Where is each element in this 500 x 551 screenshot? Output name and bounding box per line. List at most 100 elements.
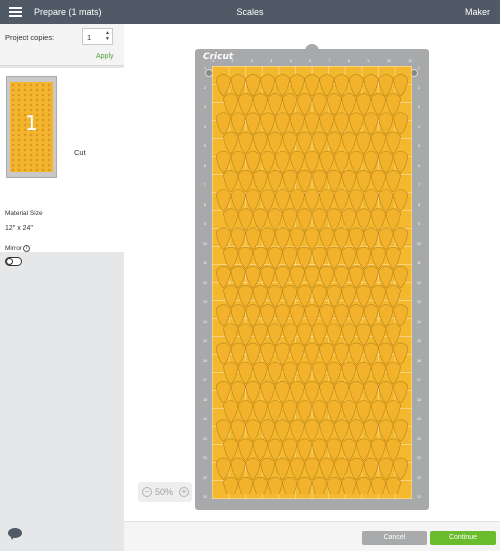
scale-shape	[259, 74, 276, 97]
zoom-in-icon[interactable]: +	[179, 487, 189, 497]
scale-shape	[223, 208, 239, 231]
scale-shape	[378, 74, 394, 97]
ruler-right-tick: 4	[418, 124, 420, 129]
scale-shape	[363, 189, 379, 212]
scale-shape	[392, 419, 408, 442]
scale-shape	[274, 189, 291, 212]
scale-shape	[363, 112, 379, 135]
scale-shape	[245, 189, 261, 212]
zoom-control: − 50% +	[138, 482, 192, 502]
scale-shape	[311, 400, 328, 423]
scale-shape	[348, 189, 365, 212]
ruler-left-tick: 3	[204, 105, 206, 109]
ruler-right-tick: 2	[418, 85, 420, 90]
mat-thumbnail[interactable]: 1	[6, 76, 57, 178]
zoom-out-icon[interactable]: −	[142, 487, 152, 497]
scale-shape	[363, 457, 379, 480]
scale-shape	[252, 361, 269, 385]
ruler-left-tick: 1	[204, 66, 206, 70]
scale-shape	[363, 419, 379, 442]
scale-shape	[216, 419, 232, 442]
scale-shape	[311, 476, 328, 494]
scale-shape	[319, 150, 335, 174]
ruler-right-tick: 16	[417, 358, 421, 363]
scale-shape	[370, 208, 387, 231]
scale-shape	[363, 265, 379, 289]
top-bar: Prepare (1 mats) Scales Maker	[0, 0, 500, 24]
info-icon[interactable]: i	[22, 245, 30, 252]
scale-shape	[385, 170, 401, 193]
scale-shape	[341, 476, 357, 494]
scale-shape	[348, 419, 365, 442]
scale-shape	[333, 265, 350, 289]
scale-shape	[259, 304, 276, 327]
scale-shape	[363, 304, 379, 327]
scale-shape	[237, 361, 254, 385]
scale-shape	[267, 400, 283, 423]
machine-selector[interactable]: Maker	[465, 7, 490, 17]
apply-button[interactable]: Apply	[96, 53, 114, 60]
scale-shape	[296, 93, 313, 116]
scale-shape	[355, 323, 372, 346]
scale-shape	[311, 93, 328, 116]
ruler-top-tick: 7	[328, 59, 331, 63]
scale-shape	[230, 304, 246, 327]
scale-shape	[223, 131, 239, 154]
mirror-toggle[interactable]	[5, 257, 22, 266]
ruler-right-tick: 20	[417, 436, 421, 441]
scale-shape	[326, 93, 342, 116]
scale-shape	[355, 131, 372, 154]
ruler-left-tick: 15	[203, 339, 207, 343]
scale-shape	[223, 93, 239, 116]
ruler-top-tick: 6	[309, 59, 312, 63]
scale-shape	[363, 74, 379, 97]
scale-shape	[319, 381, 335, 404]
ruler-left-tick: 22	[203, 475, 207, 480]
scale-shape	[326, 476, 342, 494]
scale-shape	[333, 304, 350, 327]
scale-shape	[378, 112, 394, 135]
footer: Cancel Continue	[124, 521, 500, 551]
scale-shape	[370, 285, 387, 308]
scale-shape	[363, 150, 379, 174]
scale-shape	[311, 438, 328, 461]
scale-shape	[333, 419, 350, 442]
cancel-button[interactable]: Cancel	[362, 531, 427, 545]
copies-stepper-icon[interactable]: ▲ ▼	[105, 30, 110, 42]
scales-pattern[interactable]	[216, 72, 408, 494]
scale-shape	[289, 150, 305, 174]
scale-shape	[341, 400, 357, 423]
scale-shape	[282, 208, 298, 231]
scale-shape	[370, 361, 387, 385]
scale-shape	[245, 342, 261, 365]
scale-shape	[274, 112, 291, 135]
scale-shape	[304, 381, 320, 404]
scale-shape	[319, 342, 335, 365]
scale-shape	[304, 227, 320, 250]
scale-shape	[252, 131, 269, 154]
continue-button[interactable]: Continue	[430, 531, 496, 545]
scale-shape	[223, 246, 239, 269]
scale-shape	[230, 74, 246, 97]
scale-shape	[392, 189, 408, 212]
scale-shape	[348, 265, 365, 289]
project-copies-input[interactable]: 1 ▲ ▼	[82, 28, 113, 45]
ruler-right-tick: 13	[417, 300, 421, 304]
ruler-right-tick: 11	[417, 261, 421, 265]
scale-shape	[319, 265, 335, 289]
scale-shape	[237, 208, 254, 231]
scale-shape	[296, 246, 313, 269]
scale-shape	[223, 476, 239, 494]
scale-shape	[223, 323, 239, 346]
scale-shape	[370, 170, 387, 193]
scale-shape	[267, 246, 283, 269]
mat-surface	[212, 66, 412, 499]
scale-shape	[245, 150, 261, 174]
ruler-left-tick: 12	[203, 280, 207, 285]
scale-shape	[237, 170, 254, 193]
scale-shape	[363, 227, 379, 250]
scale-shape	[282, 246, 298, 269]
scale-shape	[326, 246, 342, 269]
mat-number: 1	[25, 111, 38, 135]
scale-shape	[326, 323, 342, 346]
